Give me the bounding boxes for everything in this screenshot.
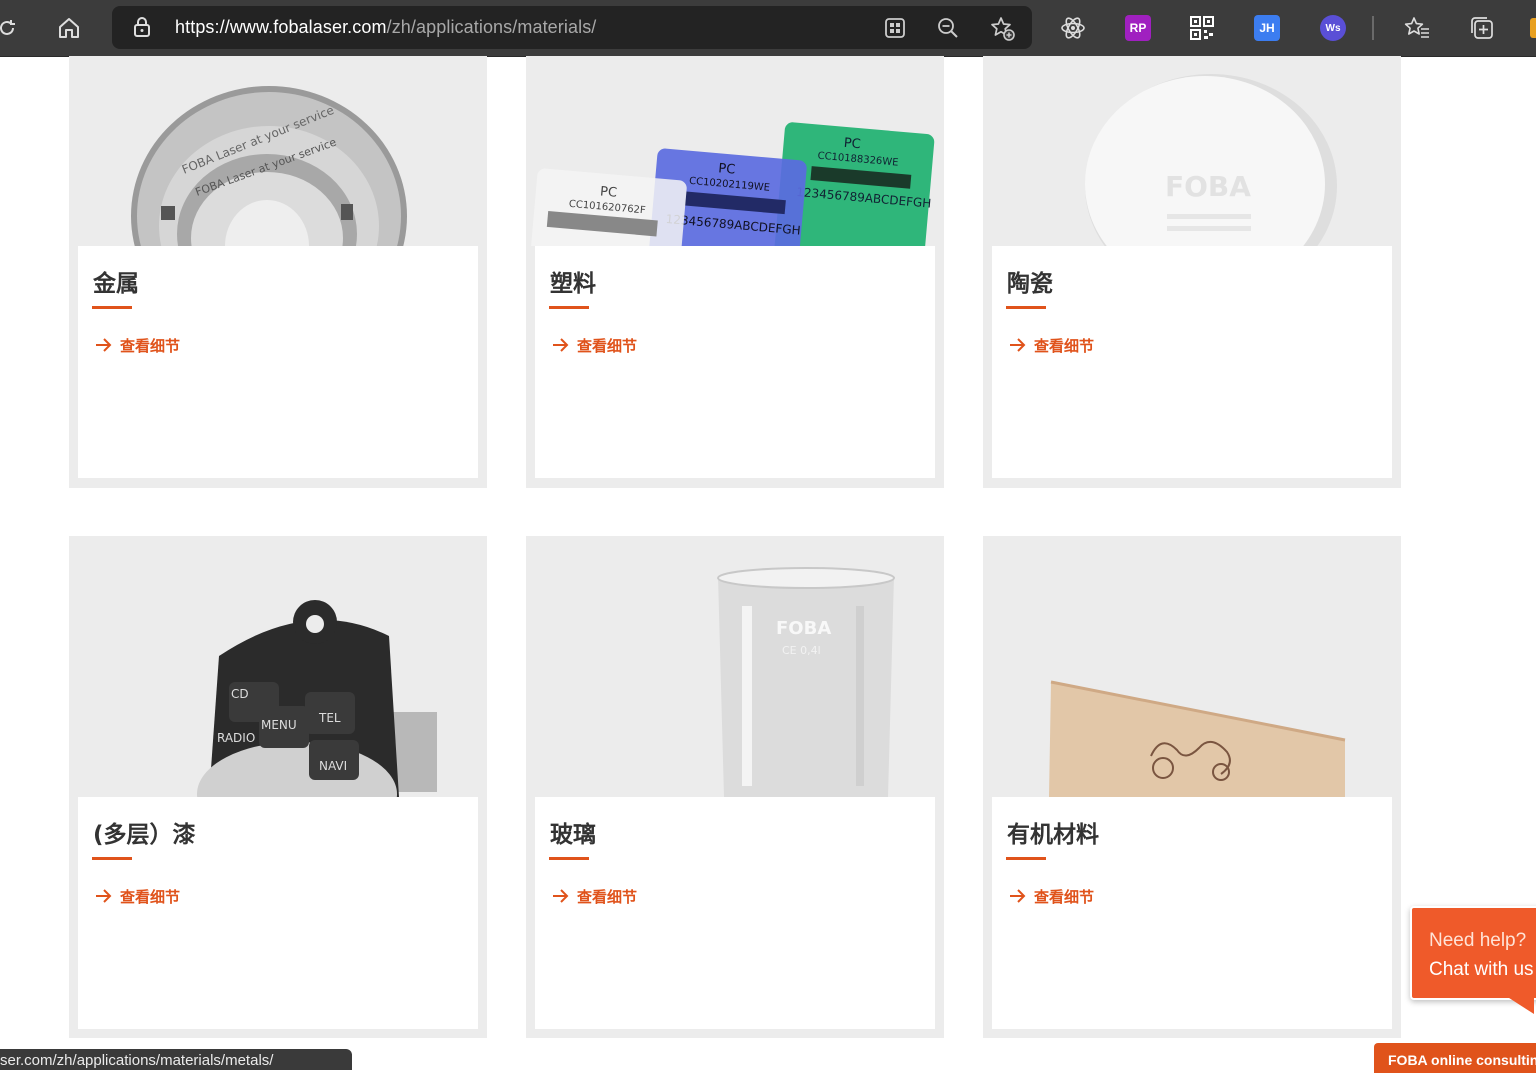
ws-extension-icon[interactable]: Ws bbox=[1320, 15, 1346, 41]
jh-extension-label: JH bbox=[1259, 21, 1275, 35]
chat-line-2: Chat with us bbox=[1429, 959, 1534, 980]
view-details-link[interactable]: 查看细节 bbox=[95, 885, 180, 907]
title-underline bbox=[1006, 857, 1046, 860]
view-details-label: 查看细节 bbox=[120, 336, 181, 355]
lock-icon[interactable] bbox=[132, 16, 152, 43]
url-text[interactable]: https://www.fobalaser.com/zh/application… bbox=[175, 17, 596, 38]
card-content: 陶瓷 查看细节 bbox=[992, 246, 1392, 478]
material-card-glass[interactable]: FOBA CE 0,4l 玻璃 查看细节 bbox=[526, 536, 944, 1038]
glass-engraving: FOBA bbox=[776, 618, 831, 639]
add-favorite-icon[interactable] bbox=[990, 16, 1016, 47]
reload-icon[interactable] bbox=[0, 11, 24, 45]
lacquer-image: CD MENU TEL RADIO NAVI bbox=[69, 536, 487, 797]
card-title: 金属 bbox=[93, 271, 139, 297]
favorites-icon[interactable] bbox=[1400, 11, 1434, 45]
chat-bubble-tail bbox=[1506, 996, 1534, 1014]
view-details-label: 查看细节 bbox=[1034, 887, 1095, 906]
title-underline bbox=[92, 306, 132, 309]
metals-image: FOBA Laser at your service FOBA Laser at… bbox=[69, 56, 487, 246]
title-underline bbox=[549, 306, 589, 309]
react-devtools-icon[interactable] bbox=[1056, 11, 1090, 45]
view-details-link[interactable]: 查看细节 bbox=[552, 885, 637, 907]
view-details-label: 查看细节 bbox=[120, 887, 181, 906]
material-card-ceramics[interactable]: FOBA 陶瓷 查看细节 bbox=[983, 56, 1401, 488]
ceramic-engraving: FOBA bbox=[1165, 170, 1251, 203]
card-content: 有机材料 查看细节 bbox=[992, 797, 1392, 1029]
arrow-right-icon bbox=[1010, 338, 1026, 352]
title-underline bbox=[549, 857, 589, 860]
arrow-right-icon bbox=[96, 889, 112, 903]
jh-extension-icon[interactable]: JH bbox=[1254, 15, 1280, 41]
card-content: (多层）漆 查看细节 bbox=[78, 797, 478, 1029]
card-content: 玻璃 查看细节 bbox=[535, 797, 935, 1029]
arrow-right-icon bbox=[553, 889, 569, 903]
plastics-image: PC CC10188326WE 123456789ABCDEFGH PC CC1… bbox=[526, 56, 944, 246]
apps-icon[interactable] bbox=[884, 17, 906, 44]
remote-key-label: MENU bbox=[261, 718, 297, 732]
chat-bubble[interactable]: Need help? Chat with us bbox=[1410, 906, 1536, 1000]
card-title: (多层）漆 bbox=[93, 822, 196, 848]
rp-extension-icon[interactable]: RP bbox=[1125, 15, 1151, 41]
ws-extension-label: Ws bbox=[1325, 22, 1341, 34]
view-details-link[interactable]: 查看细节 bbox=[1009, 334, 1094, 356]
browser-toolbar: https://www.fobalaser.com/zh/application… bbox=[0, 0, 1536, 57]
remote-key-label: TEL bbox=[318, 711, 341, 725]
ceramics-image: FOBA bbox=[983, 56, 1401, 246]
material-card-metals[interactable]: FOBA Laser at your service FOBA Laser at… bbox=[69, 56, 487, 488]
collections-icon[interactable] bbox=[1465, 11, 1499, 45]
title-underline bbox=[1006, 306, 1046, 309]
tag-label: PC bbox=[843, 136, 861, 152]
toolbar-divider bbox=[1372, 16, 1374, 40]
card-title: 有机材料 bbox=[1007, 822, 1099, 848]
view-details-label: 查看细节 bbox=[1034, 336, 1095, 355]
card-title: 塑料 bbox=[550, 271, 596, 297]
card-title: 陶瓷 bbox=[1007, 271, 1053, 297]
online-consulting-button[interactable]: FOBA online consulting bbox=[1374, 1043, 1536, 1073]
material-card-organic[interactable]: 有机材料 查看细节 bbox=[983, 536, 1401, 1038]
glass-ce-mark: CE 0,4l bbox=[782, 644, 821, 657]
view-details-link[interactable]: 查看细节 bbox=[95, 334, 180, 356]
arrow-right-icon bbox=[96, 338, 112, 352]
arrow-right-icon bbox=[1010, 889, 1026, 903]
view-details-label: 查看细节 bbox=[577, 887, 638, 906]
material-card-plastics[interactable]: PC CC10188326WE 123456789ABCDEFGH PC CC1… bbox=[526, 56, 944, 488]
remote-key-label: NAVI bbox=[319, 759, 347, 773]
chat-line-1: Need help? bbox=[1429, 930, 1527, 951]
tag-label: PC bbox=[718, 161, 736, 177]
arrow-right-icon bbox=[553, 338, 569, 352]
remote-key-label: CD bbox=[231, 687, 249, 701]
link-status-bar: ser.com/zh/applications/materials/metals… bbox=[0, 1049, 352, 1070]
rp-extension-label: RP bbox=[1129, 21, 1147, 35]
remote-key-label: RADIO bbox=[217, 731, 255, 745]
qr-code-icon[interactable] bbox=[1185, 11, 1219, 45]
address-bar[interactable]: https://www.fobalaser.com/zh/application… bbox=[112, 6, 1032, 49]
view-details-link[interactable]: 查看细节 bbox=[552, 334, 637, 356]
view-details-label: 查看细节 bbox=[577, 336, 638, 355]
card-title: 玻璃 bbox=[550, 822, 596, 848]
title-underline bbox=[92, 857, 132, 860]
zoom-out-icon[interactable] bbox=[937, 17, 959, 44]
material-card-lacquer[interactable]: CD MENU TEL RADIO NAVI (多层）漆 查看细节 bbox=[69, 536, 487, 1038]
tag-label: PC bbox=[599, 184, 617, 200]
organic-image bbox=[983, 536, 1401, 797]
glass-image: FOBA CE 0,4l bbox=[526, 536, 944, 797]
status-url: ser.com/zh/applications/materials/metals… bbox=[0, 1052, 274, 1069]
card-content: 金属 查看细节 bbox=[78, 246, 478, 478]
card-content: 塑料 查看细节 bbox=[535, 246, 935, 478]
profile-avatar[interactable] bbox=[1530, 18, 1536, 38]
home-icon[interactable] bbox=[52, 11, 86, 45]
view-details-link[interactable]: 查看细节 bbox=[1009, 885, 1094, 907]
